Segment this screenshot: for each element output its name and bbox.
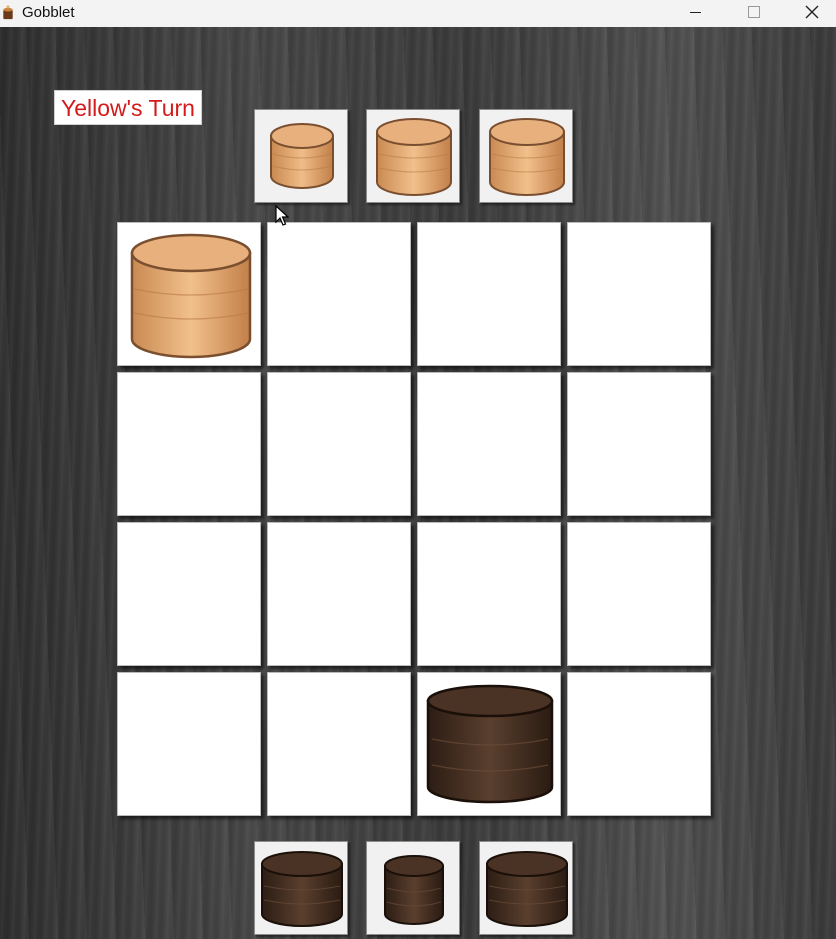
board-cell-r1-c3[interactable]	[417, 222, 561, 366]
bottom-tray-slot-1[interactable]	[254, 841, 348, 935]
board-cell-r2-c1[interactable]	[117, 372, 261, 516]
light-piece-large-icon[interactable]	[118, 223, 262, 367]
mouse-cursor-icon	[275, 205, 289, 226]
board-cell-r1-c4[interactable]	[567, 222, 711, 366]
dark-piece-large-icon[interactable]	[480, 842, 574, 936]
window-title: Gobblet	[22, 4, 75, 21]
board-cell-r4-c4[interactable]	[567, 672, 711, 816]
board-cell-r1-c2[interactable]	[267, 222, 411, 366]
maximize-button[interactable]	[724, 0, 782, 27]
board-cell-r1-c1[interactable]	[117, 222, 261, 366]
board-cell-r4-c3[interactable]	[417, 672, 561, 816]
board-cell-r3-c1[interactable]	[117, 522, 261, 666]
top-tray-slot-2[interactable]	[366, 109, 460, 203]
board-cell-r4-c2[interactable]	[267, 672, 411, 816]
board-cell-r4-c1[interactable]	[117, 672, 261, 816]
light-piece-large-icon[interactable]	[480, 110, 574, 204]
turn-indicator: Yellow's Turn	[54, 90, 202, 125]
window-titlebar: Gobblet	[0, 0, 836, 27]
bottom-tray-slot-3[interactable]	[479, 841, 573, 935]
close-button[interactable]	[782, 0, 836, 27]
board-cell-r2-c3[interactable]	[417, 372, 561, 516]
bottom-tray-slot-2[interactable]	[366, 841, 460, 935]
board-cell-r3-c4[interactable]	[567, 522, 711, 666]
minimize-button[interactable]	[666, 0, 724, 27]
light-piece-large-icon[interactable]	[367, 110, 461, 204]
top-tray-slot-1[interactable]	[254, 109, 348, 203]
gobblet-app-icon	[3, 5, 13, 20]
board-cell-r2-c2[interactable]	[267, 372, 411, 516]
board-cell-r3-c3[interactable]	[417, 522, 561, 666]
minimize-icon	[690, 12, 701, 13]
maximize-icon	[748, 6, 760, 18]
dark-piece-large-icon[interactable]	[255, 842, 349, 936]
dark-piece-medium-icon[interactable]	[367, 842, 461, 936]
board-cell-r3-c2[interactable]	[267, 522, 411, 666]
close-icon	[805, 5, 819, 19]
top-tray-slot-3[interactable]	[479, 109, 573, 203]
board-cell-r2-c4[interactable]	[567, 372, 711, 516]
dark-piece-large-icon[interactable]	[418, 673, 562, 817]
light-piece-medium-icon[interactable]	[255, 110, 349, 204]
